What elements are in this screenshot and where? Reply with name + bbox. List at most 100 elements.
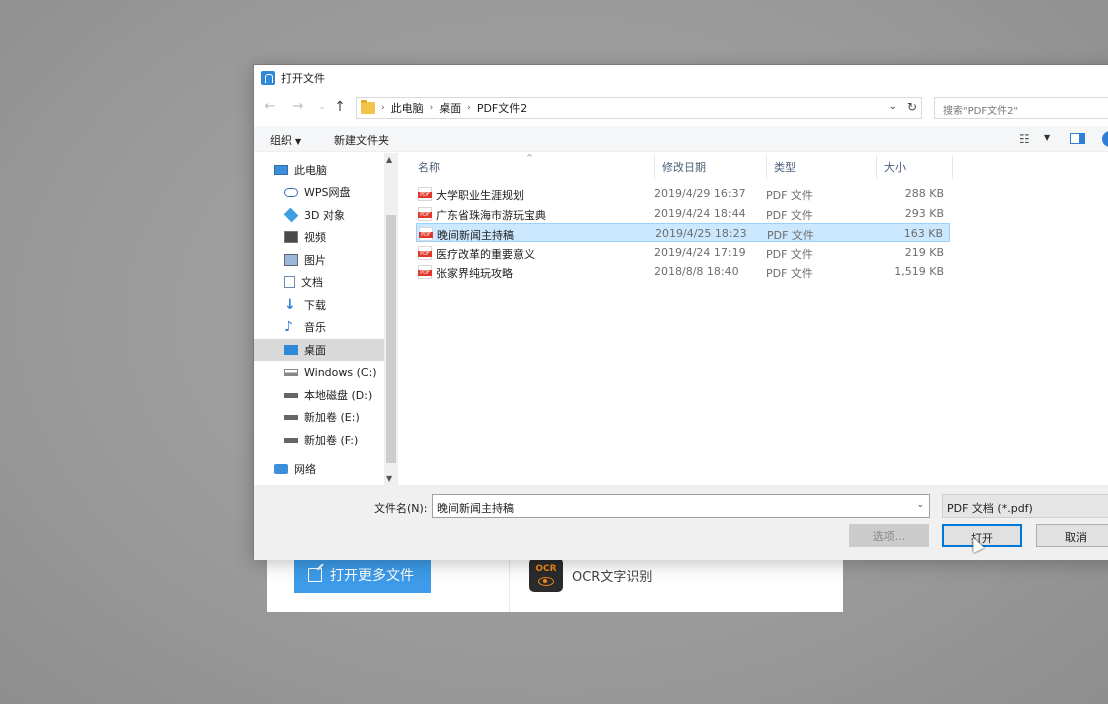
pdf-file-icon xyxy=(418,187,432,201)
file-name: 晚间新闻主持稿 xyxy=(437,229,514,242)
refresh-icon[interactable]: ↻ xyxy=(907,100,917,114)
sidebar-item-label: 视频 xyxy=(304,231,326,244)
file-row-selected[interactable]: 晚间新闻主持稿 2019/4/25 18:23 PDF 文件 163 KB xyxy=(416,223,950,242)
chevron-right-icon[interactable]: › xyxy=(467,103,471,113)
file-name: 大学职业生涯规划 xyxy=(436,189,524,202)
breadcrumb-pdf-folder[interactable]: PDF文件2 xyxy=(477,100,527,116)
pdf-file-icon xyxy=(418,207,432,221)
search-placeholder: 搜索"PDF文件2" xyxy=(943,106,1019,117)
sidebar-item-label: 音乐 xyxy=(304,321,326,334)
open-file-dialog: 打开文件 ← → ⌄ ↑ › 此电脑 › 桌面 › PDF文件2 ⌄ ↻ 搜索"… xyxy=(253,64,1108,560)
pdf-file-icon xyxy=(419,227,433,241)
caret-down-icon[interactable]: ▼ xyxy=(1044,133,1050,142)
caret-down-icon: ▼ xyxy=(295,137,302,146)
scroll-down-icon[interactable]: ▼ xyxy=(386,474,392,483)
search-input[interactable]: 搜索"PDF文件2" ⌕ xyxy=(934,97,1108,119)
sidebar-item-label: Windows (C:) xyxy=(304,365,377,379)
options-button[interactable]: 选项... xyxy=(849,524,929,547)
eye-icon xyxy=(538,577,554,586)
forward-arrow-icon[interactable]: → xyxy=(290,99,306,114)
document-icon xyxy=(284,276,295,288)
sidebar-item-label: 文档 xyxy=(301,276,323,289)
pdf-file-icon xyxy=(418,265,432,279)
music-icon: ♪ xyxy=(284,319,293,335)
dialog-toolbar: 组织 ▼ 新建文件夹 ☷ ▼ xyxy=(254,126,1108,152)
chevron-down-icon[interactable]: ⌄ xyxy=(889,101,897,112)
column-divider[interactable] xyxy=(952,155,953,179)
filename-input[interactable]: 晚间新闻主持稿 ⌄ xyxy=(432,494,930,518)
navigation-row: ← → ⌄ ↑ › 此电脑 › 桌面 › PDF文件2 ⌄ ↻ 搜索"PDF文件… xyxy=(254,95,1108,119)
open-more-files-label: 打开更多文件 xyxy=(330,568,414,584)
file-modified: 2019/4/25 18:23 xyxy=(655,227,747,240)
breadcrumb-desktop[interactable]: 桌面 xyxy=(439,100,461,116)
file-size: 163 KB xyxy=(903,227,943,240)
file-row[interactable]: 医疗改革的重要意义 2019/4/24 17:19 PDF 文件 219 KB xyxy=(416,243,950,262)
sidebar-item-label: WPS网盘 xyxy=(304,186,351,199)
breadcrumb-this-pc[interactable]: 此电脑 xyxy=(391,100,424,116)
column-divider[interactable] xyxy=(654,155,655,179)
sidebar-item-network[interactable]: 网络 xyxy=(274,458,402,480)
file-type: PDF 文件 xyxy=(766,189,813,202)
chevron-right-icon[interactable]: › xyxy=(430,103,434,113)
sidebar-item-label: 3D 对象 xyxy=(304,209,345,222)
column-divider[interactable] xyxy=(876,155,877,179)
column-header-modified[interactable]: 修改日期 xyxy=(662,159,706,181)
new-folder-button[interactable]: 新建文件夹 xyxy=(334,132,389,148)
file-modified: 2019/4/24 17:19 xyxy=(654,246,746,259)
filetype-value: PDF 文档 (*.pdf) xyxy=(947,502,1033,515)
view-options-icon[interactable]: ☷ xyxy=(1019,132,1030,146)
drive-icon xyxy=(284,392,298,398)
column-header-name[interactable]: 名称 xyxy=(418,159,440,181)
file-type: PDF 文件 xyxy=(766,248,813,261)
file-type: PDF 文件 xyxy=(766,267,813,280)
navigation-pane: 此电脑 WPS网盘 3D 对象 视频 图片 文档 ↓ 下载 ♪ 音乐 桌面 Wi… xyxy=(254,153,398,485)
sidebar-item-label: 新加卷 (F:) xyxy=(304,434,359,447)
ocr-badge-text: OCR xyxy=(535,564,557,574)
navigation-scrollbar[interactable]: ▲ ▼ xyxy=(384,153,398,485)
file-name: 张家界纯玩攻略 xyxy=(436,267,513,280)
sidebar-item-desktop[interactable]: 桌面 xyxy=(254,339,384,361)
file-list: ^ 名称 修改日期 类型 大小 大学职业生涯规划 2019/4/29 16:37… xyxy=(408,153,1108,485)
column-header-size[interactable]: 大小 xyxy=(884,159,906,181)
address-bar[interactable]: › 此电脑 › 桌面 › PDF文件2 ⌄ ↻ xyxy=(356,97,922,119)
preview-pane-icon[interactable] xyxy=(1070,133,1085,144)
filename-value: 晚间新闻主持稿 xyxy=(437,502,514,515)
up-arrow-icon[interactable]: ↑ xyxy=(332,99,348,115)
column-divider[interactable] xyxy=(766,155,767,179)
file-size: 288 KB xyxy=(904,187,944,200)
file-modified: 2019/4/24 18:44 xyxy=(654,207,746,220)
file-row[interactable]: 张家界纯玩攻略 2018/8/8 18:40 PDF 文件 1,519 KB xyxy=(416,262,950,281)
cancel-button[interactable]: 取消 xyxy=(1036,524,1108,547)
organize-menu[interactable]: 组织 ▼ xyxy=(270,132,301,148)
sidebar-item-label: 桌面 xyxy=(304,344,326,357)
chevron-right-icon[interactable]: › xyxy=(381,103,385,113)
scroll-up-icon[interactable]: ▲ xyxy=(386,155,392,164)
file-type: PDF 文件 xyxy=(766,209,813,222)
desktop-icon xyxy=(284,345,298,355)
chevron-down-icon[interactable]: ⌄ xyxy=(916,500,924,510)
sidebar-item-label: 图片 xyxy=(304,254,326,267)
file-row[interactable]: 大学职业生涯规划 2019/4/29 16:37 PDF 文件 288 KB xyxy=(416,184,950,203)
file-row[interactable]: 广东省珠海市游玩宝典 2019/4/24 18:44 PDF 文件 293 KB xyxy=(416,204,950,223)
network-icon xyxy=(274,464,288,474)
file-type: PDF 文件 xyxy=(767,229,814,242)
ocr-button[interactable]: OCR OCR文字识别 xyxy=(529,558,652,592)
sidebar-item-label: 新加卷 (E:) xyxy=(304,411,360,424)
help-icon[interactable] xyxy=(1102,131,1108,147)
open-more-files-button[interactable]: 打开更多文件 xyxy=(294,557,431,593)
drive-icon xyxy=(284,368,298,376)
download-icon: ↓ xyxy=(284,297,296,313)
divider xyxy=(509,560,510,612)
file-size: 1,519 KB xyxy=(894,265,944,278)
column-header-type[interactable]: 类型 xyxy=(774,159,796,181)
recent-locations-chevron-icon[interactable]: ⌄ xyxy=(314,102,330,111)
file-size: 219 KB xyxy=(904,246,944,259)
back-arrow-icon[interactable]: ← xyxy=(262,99,278,114)
video-icon xyxy=(284,231,298,243)
filetype-select[interactable]: PDF 文档 (*.pdf) xyxy=(942,494,1108,518)
scrollbar-thumb[interactable] xyxy=(386,215,396,463)
file-modified: 2018/8/8 18:40 xyxy=(654,265,739,278)
sidebar-item-label: 网络 xyxy=(294,463,316,476)
sidebar-item-this-pc[interactable]: 此电脑 xyxy=(274,159,402,181)
ocr-label: OCR文字识别 xyxy=(572,569,653,585)
